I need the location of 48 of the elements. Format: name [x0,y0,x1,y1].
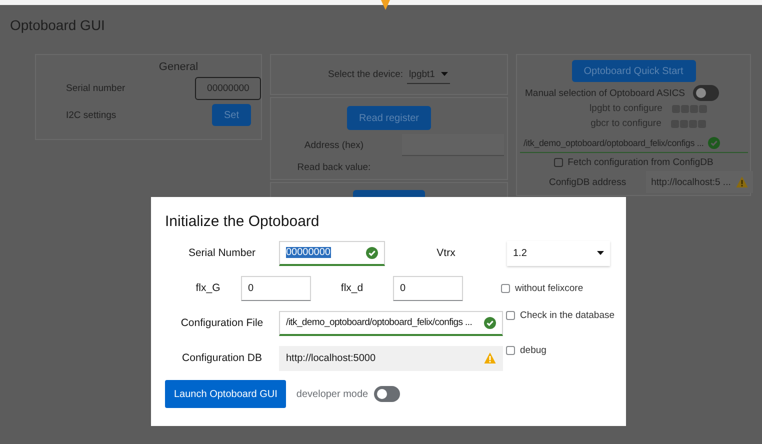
field-value: /itk_demo_optoboard/optoboard_felix/configs ... [286,317,472,328]
checkbox-label: Fetch configuration from ConfigDB [568,157,714,168]
dialog-title: Initialize the Optoboard [165,213,320,230]
serial-number-field[interactable]: 00000000 [279,240,385,266]
field-label: Serial number [66,83,126,94]
address-field[interactable] [402,134,504,156]
checkbox[interactable] [554,158,563,167]
caret-icon [597,251,604,255]
config-db-field[interactable]: http://localhost:5000 [279,346,503,370]
select-value: lpgbt1 [409,68,435,80]
field-value: /itk_demo_optoboard/optoboard_felix/configs ... [524,138,704,148]
flx-g-field[interactable]: 0 [241,276,311,300]
field-label: Address (hex) [303,140,365,150]
app-title: Optoboard GUI [10,17,105,33]
config-file-field[interactable]: /itk_demo_optoboard/optoboard_felix/configs ... [279,310,503,336]
flx-d-field[interactable]: 0 [393,276,463,300]
toggle-switch[interactable] [374,386,400,402]
field-label: Configuration File [180,317,264,329]
field-value: 0 [400,282,406,294]
checkbox[interactable] [506,346,515,355]
toggle-label: developer mode [296,388,368,400]
checkbox[interactable] [501,284,510,292]
field-value: http://localhost:5000 [286,352,376,364]
field-label: ConfigDB address [549,176,626,188]
field-label: Configuration DB [181,352,263,364]
field-label: Vtrx [436,247,456,259]
checkbox-label: Check in the database [520,310,615,321]
field-label: Serial Number [187,247,257,259]
configdb-address-field[interactable]: http://localhost:5 ... [646,171,753,193]
toggle-switch[interactable] [693,85,720,101]
field-value: 00000000 [286,247,330,258]
vtrx-select[interactable]: 1.2 [507,240,610,266]
panel-heading: General [158,61,200,73]
launch-button[interactable]: Launch Optoboard GUI [165,380,286,408]
field-label: flx_G [194,282,222,294]
field-value: 0 [248,282,254,294]
caret-icon [440,72,448,76]
field-label: I2C settings [66,110,118,120]
checkbox-label: debug [520,345,546,356]
select-value: 1.2 [513,248,527,258]
pointer-icon [381,0,390,10]
device-label: Select the device: [328,69,404,80]
checkbox[interactable] [506,311,515,320]
toggle-label: Manual selection of Optoboard ASICS [525,88,686,98]
checkbox-label: without felixcore [515,282,584,294]
field-label: Read back value: [296,162,372,173]
field-label: flx_d [340,282,364,294]
field-value: http://localhost:5 ... [651,176,731,188]
